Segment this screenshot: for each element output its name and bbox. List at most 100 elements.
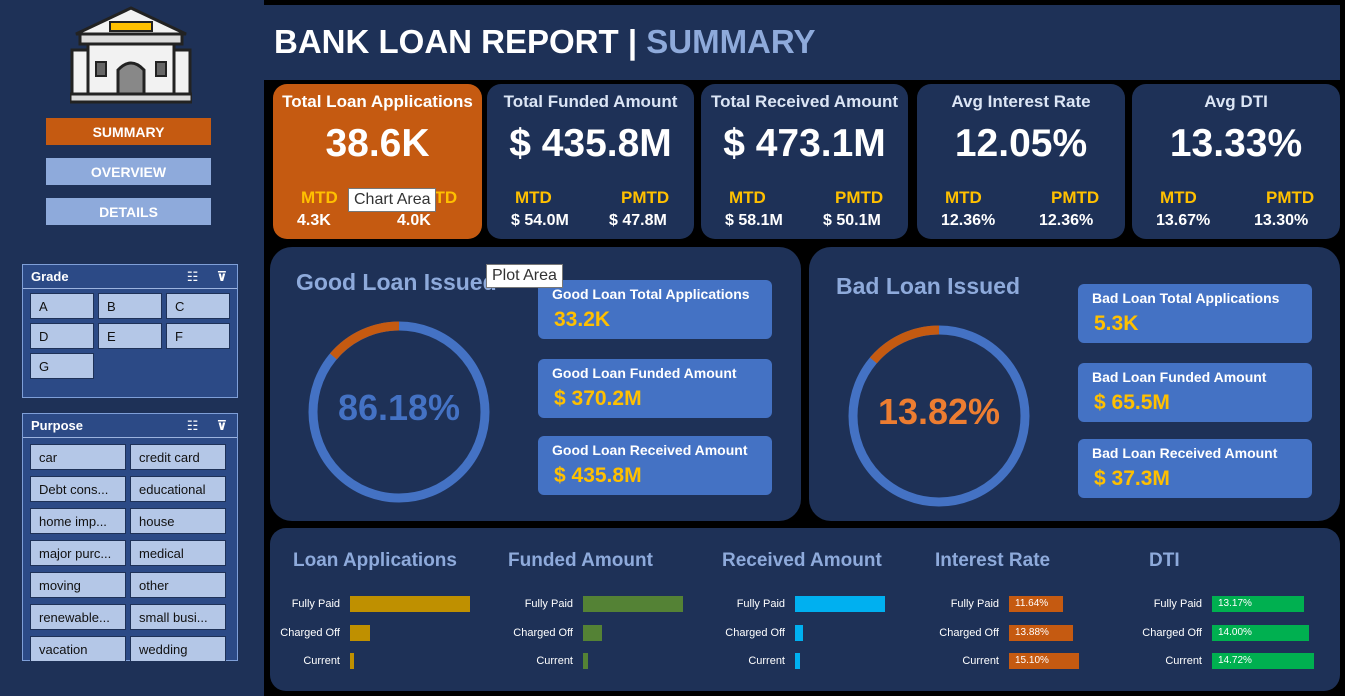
grade-chip[interactable]: G [30,353,94,379]
kpi-mtd-label: MTD [515,188,552,207]
grade-chip[interactable]: F [166,323,230,349]
mini-chart-category: Current [1165,655,1202,667]
mini-chart-title: Received Amount [722,550,882,571]
mini-chart-bar [583,653,589,669]
nav-details-button[interactable]: DETAILS [46,198,211,225]
mini-chart-category: Charged Off [1142,627,1202,639]
good-loan-percent: 86.18% [337,387,461,428]
kpi-mtd-label: MTD [945,188,982,207]
mini-chart-bar-label: 11.64% [1015,598,1049,609]
bad-loan-received-card: Bad Loan Received Amount $ 37.3M [1078,439,1312,498]
card-value: 5.3K [1094,312,1139,335]
purpose-chip[interactable]: moving [30,572,126,598]
mini-chart-category: Fully Paid [1153,598,1202,610]
purpose-chip[interactable]: major purc... [30,540,126,566]
mini-chart-title: Funded Amount [508,550,653,571]
nav-overview-button[interactable]: OVERVIEW [46,158,211,185]
clear-filter-icon[interactable]: ⊽ [216,269,227,285]
page-title-main: BANK LOAN REPORT | [274,23,647,60]
clear-filter-icon[interactable]: ⊽ [216,418,227,434]
grade-chip[interactable]: B [98,293,162,319]
mini-chart-bar: 14.00% [1212,625,1310,641]
mini-chart-bar: 15.10% [1009,653,1079,669]
kpi-card: Total Loan Applications38.6KMTDPMTD4.3K4… [273,84,482,239]
good-loan-applications-card: Good Loan Total Applications 33.2K [538,280,772,339]
sidebar: SUMMARY OVERVIEW DETAILS Grade ☷ ⊽ ABC DE… [0,0,264,696]
nav-summary-button[interactable]: SUMMARY [46,118,211,145]
purpose-chip[interactable]: credit card [130,444,226,470]
purpose-chip[interactable]: Debt cons... [30,476,126,502]
mini-chart-bar-label: 14.72% [1218,655,1252,666]
mini-chart-bar [795,653,801,669]
mini-chart-bar-label: 13.88% [1015,627,1049,638]
grade-chip[interactable]: D [30,323,94,349]
multi-select-icon[interactable]: ☷ [187,269,199,285]
mini-chart-bar [795,596,885,612]
mini-chart-category: Current [748,655,785,667]
mini-chart-bar-label: 15.10% [1015,655,1049,666]
mini-chart-bar [350,625,370,641]
kpi-value: $ 473.1M [723,122,886,165]
kpi-mtd-label: MTD [729,188,766,207]
mini-chart-bar [350,596,470,612]
kpi-pmtd-value: $ 50.1M [823,212,881,229]
grade-chip[interactable]: E [98,323,162,349]
title-bar: BANK LOAN REPORT | SUMMARY [264,5,1340,80]
purpose-chip[interactable]: renewable... [30,604,126,630]
mini-chart-title: DTI [1149,550,1180,571]
page-title: BANK LOAN REPORT | SUMMARY [274,23,816,61]
mini-chart-category: Fully Paid [291,598,340,610]
plot-area-tooltip: Plot Area [486,264,563,288]
purpose-chip[interactable]: educational [130,476,226,502]
mini-chart-bar-label: 14.00% [1218,627,1252,638]
mini-chart-category: Charged Off [280,627,340,639]
purpose-chip[interactable]: vacation [30,636,126,662]
purpose-chip[interactable]: car [30,444,126,470]
purpose-chip[interactable]: other [130,572,226,598]
mini-chart-bar [795,625,804,641]
mini-chart-category: Current [303,655,340,667]
good-loan-panel: Good Loan Issued 86.18% Good Loan Total … [270,247,801,521]
mini-chart-bar: 14.72% [1212,653,1315,669]
purpose-chip[interactable]: house [130,508,226,534]
kpi-pmtd-label: PMTD [1051,188,1100,207]
kpi-pmtd-label: PMTD [1266,188,1315,207]
good-loan-title: Good Loan Issued [296,269,497,295]
mini-chart-category: Fully Paid [736,598,785,610]
mini-chart-category: Charged Off [939,627,999,639]
mini-chart-bar-label: 13.17% [1218,598,1252,609]
mini-chart-category: Charged Off [513,627,573,639]
page-title-sub: SUMMARY [646,23,816,60]
card-label: Bad Loan Funded Amount [1092,369,1267,385]
bad-loan-panel: Bad Loan Issued 13.82% Bad Loan Total Ap… [809,247,1340,521]
kpi-mtd-label: MTD [301,188,338,207]
mini-chart-category: Current [536,655,573,667]
kpi-value: 38.6K [325,122,430,165]
purpose-chip[interactable]: wedding [130,636,226,662]
kpi-pmtd-value: 13.30% [1254,212,1309,229]
grade-slicer-header: Grade ☷ ⊽ [23,265,237,289]
purpose-chip[interactable]: medical [130,540,226,566]
mini-chart-bar [583,596,683,612]
kpi-pmtd-value: $ 47.8M [609,212,667,229]
kpi-label: Avg Interest Rate [951,92,1091,111]
grade-slicer: Grade ☷ ⊽ ABC DEF G [22,264,238,398]
card-label: Bad Loan Received Amount [1092,445,1278,461]
grade-chip[interactable]: C [166,293,230,319]
kpi-card: Avg Interest Rate 12.05% MTD PMTD 12.36% 12.3… [917,84,1125,239]
kpi-value: $ 435.8M [509,122,672,165]
kpi-card: Avg DTI 13.33% MTD PMTD 13.67% 13.30% [1132,84,1340,239]
multi-select-icon[interactable]: ☷ [187,418,199,434]
bad-loan-funded-card: Bad Loan Funded Amount $ 65.5M [1078,363,1312,422]
card-label: Good Loan Received Amount [552,442,748,458]
grade-slicer-items: ABC DEF G [23,289,237,383]
grade-chip[interactable]: A [30,293,94,319]
status-breakdown-panel: Loan Applications Fully Paid Charged Off Cu… [270,528,1340,691]
grade-slicer-title: Grade [31,269,69,284]
purpose-chip[interactable]: small busi... [130,604,226,630]
kpi-mtd-value: $ 58.1M [725,212,783,229]
kpi-mtd-value: $ 54.0M [511,212,569,229]
purpose-chip[interactable]: home imp... [30,508,126,534]
card-label: Good Loan Total Applications [552,286,750,302]
purpose-slicer: Purpose ☷ ⊽ car credit card Debt cons... ed… [22,413,238,662]
